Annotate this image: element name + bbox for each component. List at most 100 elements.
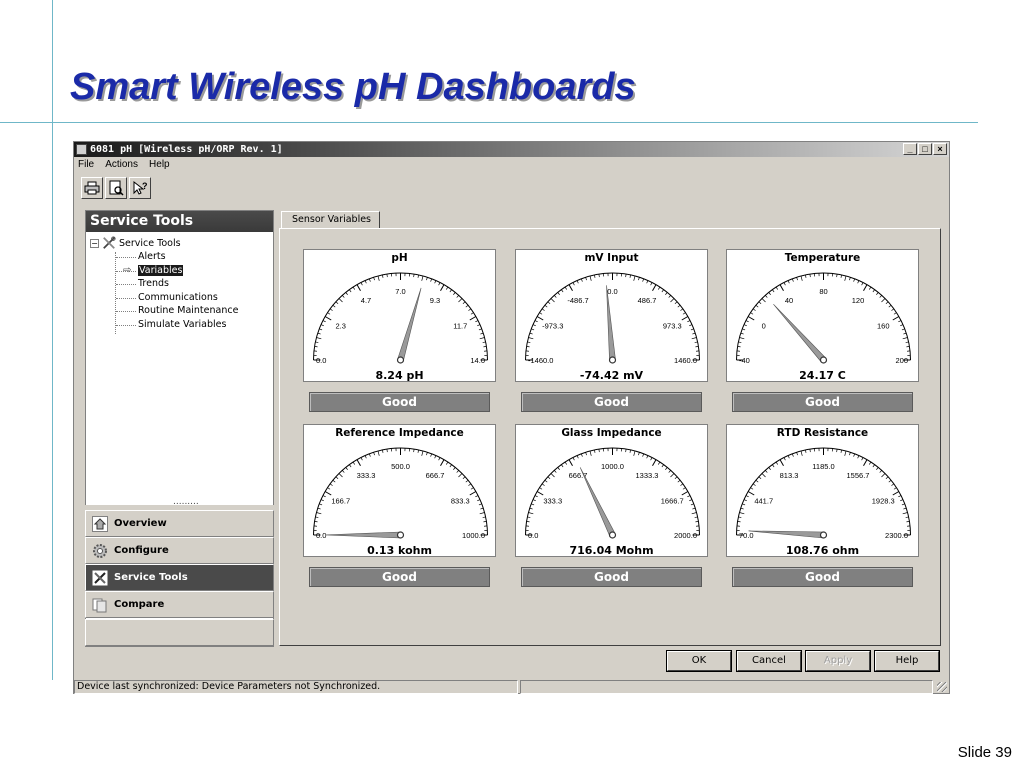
nav-overview[interactable]: Overview <box>85 510 274 537</box>
gauge-tick-label: 0.0 <box>528 531 538 540</box>
gauge-minor-tick <box>902 337 908 340</box>
gauge-minor-tick <box>657 286 661 290</box>
ok-button[interactable]: OK <box>666 650 732 672</box>
gauge-minor-tick <box>901 503 905 506</box>
gauge-minor-tick <box>629 274 631 278</box>
gauge-minor-tick <box>800 450 803 456</box>
slide-vertical-rule <box>52 0 53 680</box>
gauge-minor-tick <box>368 278 371 282</box>
gauge-tick-label: 0 <box>762 322 766 331</box>
gauge-reading: -74.42 mV <box>579 369 644 382</box>
gauge-minor-tick <box>550 298 555 303</box>
gauge-minor-tick <box>529 507 533 510</box>
gauge-minor-tick <box>844 275 847 281</box>
whats-this-button[interactable]: ? <box>129 177 151 199</box>
tree-item-variables[interactable]: ⇨ Variables <box>90 264 273 278</box>
apply-button[interactable]: Apply <box>805 650 871 672</box>
gauge-hub <box>396 356 405 364</box>
gauge-minor-tick <box>434 455 437 459</box>
app-icon <box>76 144 87 155</box>
gauge-minor-tick <box>783 282 786 286</box>
gauge-minor-tick <box>564 461 568 465</box>
gauge-minor-tick <box>332 479 336 483</box>
tree-item-simulate-variables[interactable]: Simulate Variables <box>90 318 273 332</box>
gauge-minor-tick <box>861 282 864 286</box>
gauge-minor-tick <box>544 479 548 483</box>
minimize-button[interactable]: _ <box>903 143 917 155</box>
gauge-reading: 0.13 kohm <box>367 544 432 557</box>
nav-configure[interactable]: Configure <box>85 537 274 564</box>
status-pane <box>520 680 933 694</box>
close-button[interactable]: × <box>933 143 947 155</box>
gauge-needle <box>773 303 827 363</box>
gauge-minor-tick <box>853 278 856 282</box>
print-preview-button[interactable] <box>105 177 127 199</box>
nav-compare[interactable]: Compare <box>85 591 274 618</box>
gauge-minor-tick <box>478 328 482 331</box>
maximize-button[interactable]: □ <box>918 143 932 155</box>
gauge-minor-tick <box>465 479 469 483</box>
tree-item-routine-maintenance[interactable]: Routine Maintenance <box>90 304 273 318</box>
gauge-tick-label: 1556.7 <box>847 471 870 480</box>
gauge-minor-tick <box>458 298 463 303</box>
gauge-minor-tick <box>775 461 779 465</box>
gauge-minor-tick <box>758 301 762 305</box>
cancel-button[interactable]: Cancel <box>736 650 802 672</box>
gauge-minor-tick <box>680 308 684 311</box>
gauge-major-tick <box>863 459 868 466</box>
gauge-minor-tick <box>456 470 459 473</box>
tree-item-communications[interactable]: Communications <box>90 291 273 305</box>
tab-sensor-variables[interactable]: Sensor Variables <box>281 211 380 229</box>
help-button[interactable]: Help <box>874 650 940 672</box>
gauge-minor-tick <box>692 332 696 335</box>
gauge-major-tick <box>324 491 332 496</box>
gauge-minor-tick <box>539 487 543 490</box>
gauge-minor-tick <box>900 499 904 502</box>
gauge-tick-label: 2300.0 <box>885 531 908 540</box>
gauge-minor-tick <box>861 457 864 461</box>
slide-number: Slide 39 <box>957 744 1012 761</box>
gauge-minor-tick <box>893 312 897 315</box>
gauge-major-tick <box>536 316 544 321</box>
gauge-minor-tick <box>589 275 592 281</box>
gauge-minor-tick <box>449 289 452 293</box>
gauge-tick-label: 0.0 <box>316 356 326 365</box>
tree-root[interactable]: − Service Tools <box>90 236 273 250</box>
menu-help[interactable]: Help <box>145 158 174 171</box>
gauge-minor-tick <box>317 507 321 510</box>
gauge-minor-tick <box>438 282 441 286</box>
gauge-minor-tick <box>879 295 882 298</box>
gauge-reading: 24.17 C <box>799 369 846 382</box>
gauge-minor-tick <box>796 277 798 281</box>
nav-empty-slot <box>85 619 274 646</box>
nav-service-tools[interactable]: Service Tools <box>85 564 274 591</box>
tree-item-alerts[interactable]: Alerts <box>90 250 273 264</box>
gauge-minor-tick <box>594 274 596 278</box>
gauge-tick-label: 1928.3 <box>872 497 895 506</box>
gauge-minor-tick <box>905 516 909 518</box>
gauge-minor-tick <box>541 483 545 486</box>
gauge-minor-tick <box>364 455 367 459</box>
collapse-icon[interactable]: − <box>90 238 99 248</box>
svg-text:?: ? <box>142 181 148 191</box>
gauge-minor-tick <box>534 495 538 498</box>
gauge-major-tick <box>892 316 900 321</box>
resize-grip[interactable] <box>937 682 947 692</box>
menu-file[interactable]: File <box>74 158 98 171</box>
title-bar[interactable]: 6081 pH [Wireless pH/ORP Rev. 1] _ □ × <box>74 142 949 157</box>
gauge-minor-tick <box>690 503 694 506</box>
gauge-minor-tick <box>738 516 742 518</box>
gauge-minor-tick <box>564 286 568 290</box>
tree-item-trends[interactable]: Trends <box>90 277 273 291</box>
gauge-minor-tick <box>668 470 671 473</box>
gauge-tick-label: 80 <box>819 287 827 296</box>
gauge-minor-tick <box>456 295 459 298</box>
gauge-minor-tick <box>426 277 428 281</box>
menu-actions[interactable]: Actions <box>101 158 142 171</box>
print-button[interactable] <box>81 177 103 199</box>
status-bar: Device last synchronized: Device Paramet… <box>74 680 949 694</box>
gauge-tick-label: 14.0 <box>470 356 485 365</box>
gauge-minor-tick <box>352 461 356 465</box>
gauge-minor-tick <box>368 453 371 457</box>
gauge-minor-tick <box>689 499 693 502</box>
